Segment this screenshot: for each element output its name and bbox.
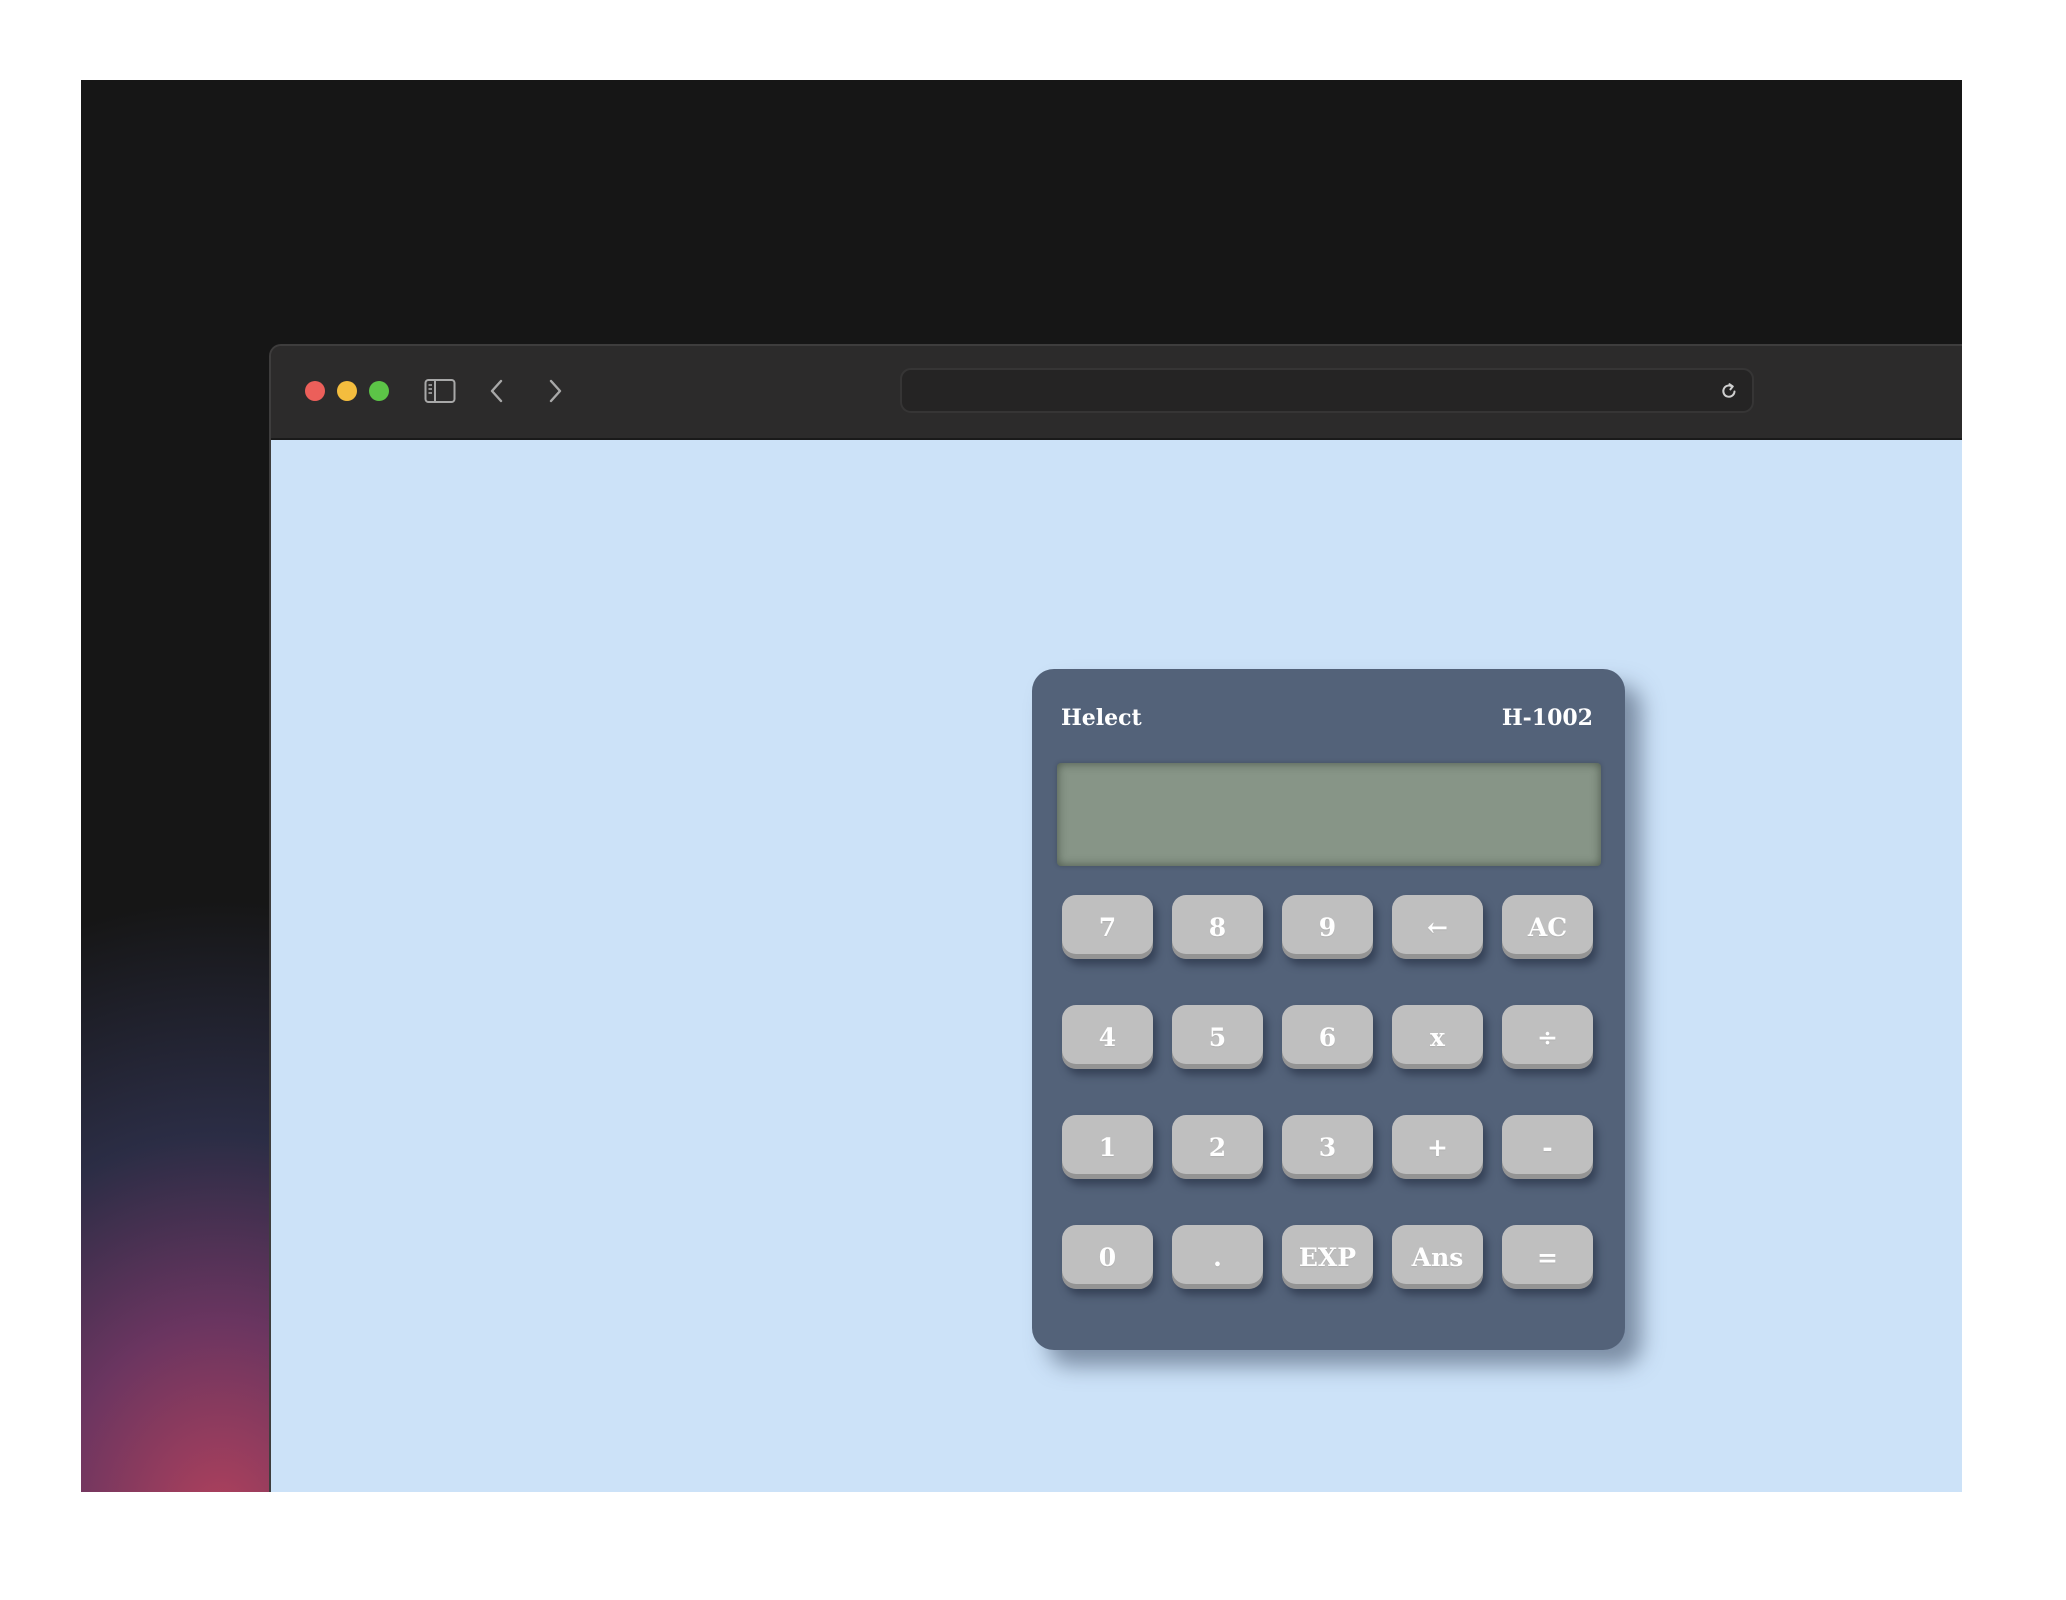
backspace-key[interactable]: ← <box>1392 895 1483 959</box>
all-clear-key[interactable]: AC <box>1502 895 1593 959</box>
chevron-right-icon <box>549 379 562 403</box>
address-bar[interactable] <box>900 368 1754 413</box>
key-7[interactable]: 7 <box>1062 895 1153 959</box>
forward-button[interactable] <box>535 370 575 412</box>
reload-icon <box>1722 383 1736 398</box>
zoom-window-button[interactable] <box>369 381 389 401</box>
calculator: Helect H-1002 7 8 9 ← AC 4 5 6 x ÷ 1 2 3… <box>1032 669 1625 1350</box>
minimize-window-button[interactable] <box>337 381 357 401</box>
key-8[interactable]: 8 <box>1172 895 1263 959</box>
multiply-key[interactable]: x <box>1392 1005 1483 1069</box>
page-viewport: Helect H-1002 7 8 9 ← AC 4 5 6 x ÷ 1 2 3… <box>271 440 1962 1492</box>
browser-toolbar <box>271 346 1962 440</box>
reload-button[interactable] <box>1716 377 1742 405</box>
decimal-key[interactable]: . <box>1172 1225 1263 1289</box>
equals-key[interactable]: = <box>1502 1225 1593 1289</box>
exp-key[interactable]: EXP <box>1282 1225 1373 1289</box>
chevron-left-icon <box>490 379 503 403</box>
sidebar-icon <box>424 379 456 403</box>
close-window-button[interactable] <box>305 381 325 401</box>
key-5[interactable]: 5 <box>1172 1005 1263 1069</box>
key-9[interactable]: 9 <box>1282 895 1373 959</box>
divide-key[interactable]: ÷ <box>1502 1005 1593 1069</box>
calculator-display <box>1057 763 1601 866</box>
key-1[interactable]: 1 <box>1062 1115 1153 1179</box>
sidebar-toggle-button[interactable] <box>420 370 460 412</box>
add-key[interactable]: + <box>1392 1115 1483 1179</box>
browser-window: Helect H-1002 7 8 9 ← AC 4 5 6 x ÷ 1 2 3… <box>269 344 1962 1492</box>
keypad: 7 8 9 ← AC 4 5 6 x ÷ 1 2 3 + - 0 . EXP A… <box>1062 895 1593 1289</box>
key-2[interactable]: 2 <box>1172 1115 1263 1179</box>
key-6[interactable]: 6 <box>1282 1005 1373 1069</box>
calculator-model: H-1002 <box>1501 705 1593 731</box>
key-0[interactable]: 0 <box>1062 1225 1153 1289</box>
back-button[interactable] <box>477 370 517 412</box>
key-3[interactable]: 3 <box>1282 1115 1373 1179</box>
subtract-key[interactable]: - <box>1502 1115 1593 1179</box>
key-4[interactable]: 4 <box>1062 1005 1153 1069</box>
ans-key[interactable]: Ans <box>1392 1225 1483 1289</box>
calculator-brand: Helect <box>1061 705 1142 731</box>
